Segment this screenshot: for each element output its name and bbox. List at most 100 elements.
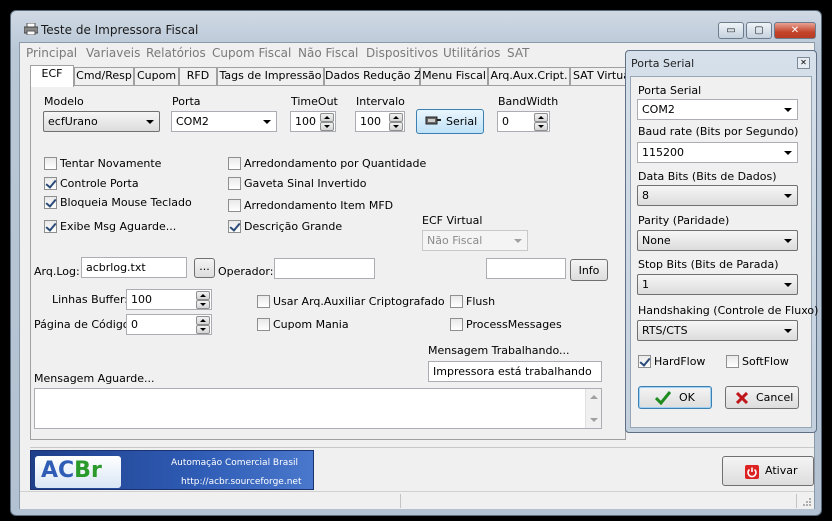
- baud-rate-select[interactable]: 115200: [637, 142, 798, 163]
- spin-up-icon[interactable]: [320, 113, 334, 122]
- handshaking-select[interactable]: RTS/CTS: [637, 320, 798, 341]
- checkbox-label: Flush: [466, 295, 496, 308]
- status-divider: [796, 494, 797, 508]
- tab-cmd-resp[interactable]: Cmd/Resp: [74, 67, 134, 85]
- msg-aguarde-memo[interactable]: [34, 388, 602, 429]
- ok-button[interactable]: OK: [638, 386, 712, 409]
- logo-url[interactable]: http://acbr.sourceforge.net: [181, 477, 301, 487]
- minimize-icon: ▭: [726, 25, 736, 36]
- arqlog-input[interactable]: acbrlog.txt: [81, 257, 187, 278]
- parity-value: None: [642, 234, 671, 247]
- spin-down-icon[interactable]: [320, 122, 334, 131]
- porta-select[interactable]: COM2: [171, 111, 277, 132]
- pagina-codigo-spin[interactable]: 0: [126, 314, 212, 335]
- spin-down-icon[interactable]: [534, 122, 548, 131]
- timeout-spin[interactable]: 100: [290, 111, 336, 132]
- menu-relatorios[interactable]: Relatórios: [146, 46, 206, 60]
- checkbox-label: Gaveta Sinal Invertido: [244, 177, 367, 190]
- checkbox-checked-icon: [44, 177, 57, 190]
- menu-nao-fiscal[interactable]: Não Fiscal: [298, 46, 358, 60]
- parity-label: Parity (Paridade): [638, 214, 730, 227]
- bandwidth-spin[interactable]: 0: [497, 111, 550, 132]
- porta-serial-select[interactable]: COM2: [637, 99, 798, 120]
- browse-button[interactable]: ...: [194, 258, 215, 278]
- menu-variaveis[interactable]: Variaveis: [86, 46, 140, 60]
- logo-text: ACBr: [41, 458, 102, 483]
- logo-caption: Automação Comercial Brasil: [171, 458, 299, 468]
- scroll-down-icon[interactable]: [590, 418, 598, 422]
- parity-select[interactable]: None: [637, 230, 798, 251]
- tab-cupom[interactable]: Cupom: [134, 67, 179, 85]
- tab-ecf[interactable]: ECF: [30, 65, 74, 87]
- spin-up-icon[interactable]: [196, 316, 210, 325]
- footer-area: ACBr Automação Comercial Brasil http://a…: [30, 447, 814, 491]
- checkbox-box: [228, 177, 241, 190]
- ecf-virtual-select[interactable]: Não Fiscal: [422, 230, 528, 251]
- tab-dados-reducao-z[interactable]: Dados Redução Z: [324, 67, 422, 85]
- porta-value: COM2: [176, 115, 209, 128]
- bandwidth-label: BandWidth: [498, 95, 559, 108]
- spin-up-icon[interactable]: [534, 113, 548, 122]
- pagina-codigo-label: Página de Código:: [34, 318, 134, 331]
- menu-utilitarios[interactable]: Utilitários: [443, 46, 500, 60]
- menu-cupom-fiscal[interactable]: Cupom Fiscal: [212, 46, 291, 60]
- power-icon: [745, 465, 759, 479]
- porta-serial-label: Porta Serial: [638, 84, 702, 97]
- spin-up-icon[interactable]: [389, 113, 403, 122]
- title-bar: Teste de Impressora Fiscal ▭ ▢ ✕: [11, 11, 821, 43]
- cancel-button[interactable]: Cancel: [725, 386, 799, 409]
- intervalo-spin[interactable]: 100: [355, 111, 405, 132]
- chevron-down-icon: [784, 329, 792, 333]
- minimize-button[interactable]: ▭: [718, 22, 744, 39]
- spin-down-icon[interactable]: [196, 325, 210, 334]
- tab-rfd[interactable]: RFD: [179, 67, 217, 85]
- chevron-down-icon: [263, 120, 271, 124]
- tab-tags-impressao[interactable]: Tags de Impressão: [217, 67, 324, 85]
- porta-label: Porta: [172, 95, 201, 108]
- printer-icon: [24, 23, 38, 35]
- menu-sat[interactable]: SAT: [507, 46, 529, 60]
- stop-bits-select[interactable]: 1: [637, 274, 798, 295]
- serial-button[interactable]: Serial: [416, 109, 484, 134]
- tab-menu-fiscal[interactable]: Menu Fiscal: [420, 67, 488, 85]
- operador-input[interactable]: [274, 258, 375, 279]
- data-bits-label: Data Bits (Bits de Dados): [638, 170, 777, 183]
- checkbox-label: Exibe Msg Aguarde...: [60, 220, 177, 233]
- checkmark-icon: [655, 391, 671, 405]
- modelo-select[interactable]: ecfUrano: [43, 111, 160, 132]
- close-icon: ✕: [790, 25, 800, 36]
- arqlog-label: Arq.Log:: [34, 265, 80, 278]
- dialog-close-button[interactable]: ✕: [797, 57, 810, 69]
- stop-bits-value: 1: [642, 278, 649, 291]
- spin-down-icon[interactable]: [196, 300, 210, 309]
- spin-down-icon[interactable]: [389, 122, 403, 131]
- checkbox-checked-icon: [44, 220, 57, 233]
- menu-dispositivos[interactable]: Dispositivos: [366, 46, 438, 60]
- data-bits-select[interactable]: 8: [637, 185, 798, 206]
- window-title: Teste de Impressora Fiscal: [41, 23, 199, 37]
- info-button[interactable]: Info: [570, 259, 608, 281]
- memo-scrollbar[interactable]: [585, 389, 601, 428]
- ativar-button[interactable]: Ativar: [722, 456, 814, 486]
- menu-principal[interactable]: Principal: [26, 46, 77, 60]
- info-input[interactable]: [486, 258, 566, 279]
- resize-grip-icon[interactable]: [802, 497, 812, 507]
- chevron-down-icon: [784, 283, 792, 287]
- checkbox-label: ProcessMessages: [466, 318, 562, 331]
- chevron-down-icon: [784, 151, 792, 155]
- close-button[interactable]: ✕: [774, 22, 816, 39]
- checkbox-label: Arredondamento por Quantidade: [244, 157, 427, 170]
- checkbox-label: SoftFlow: [742, 355, 789, 368]
- tab-arq-aux-cript[interactable]: Arq.Aux.Cript.: [488, 67, 570, 85]
- maximize-button[interactable]: ▢: [746, 22, 772, 39]
- checkbox-box: [228, 199, 241, 212]
- acbr-logo-mark: ACBr: [35, 456, 121, 488]
- stop-bits-label: Stop Bits (Bits de Parada): [638, 258, 779, 271]
- linhas-buffer-label: Linhas Buffer:: [52, 293, 128, 306]
- acbr-logo[interactable]: ACBr Automação Comercial Brasil http://a…: [30, 450, 314, 490]
- scroll-up-icon[interactable]: [590, 395, 598, 399]
- checkbox-box: [450, 295, 463, 308]
- linhas-buffer-spin[interactable]: 100: [126, 289, 212, 310]
- spin-up-icon[interactable]: [196, 291, 210, 300]
- msg-trabalhando-input[interactable]: Impressora está trabalhando: [428, 361, 602, 382]
